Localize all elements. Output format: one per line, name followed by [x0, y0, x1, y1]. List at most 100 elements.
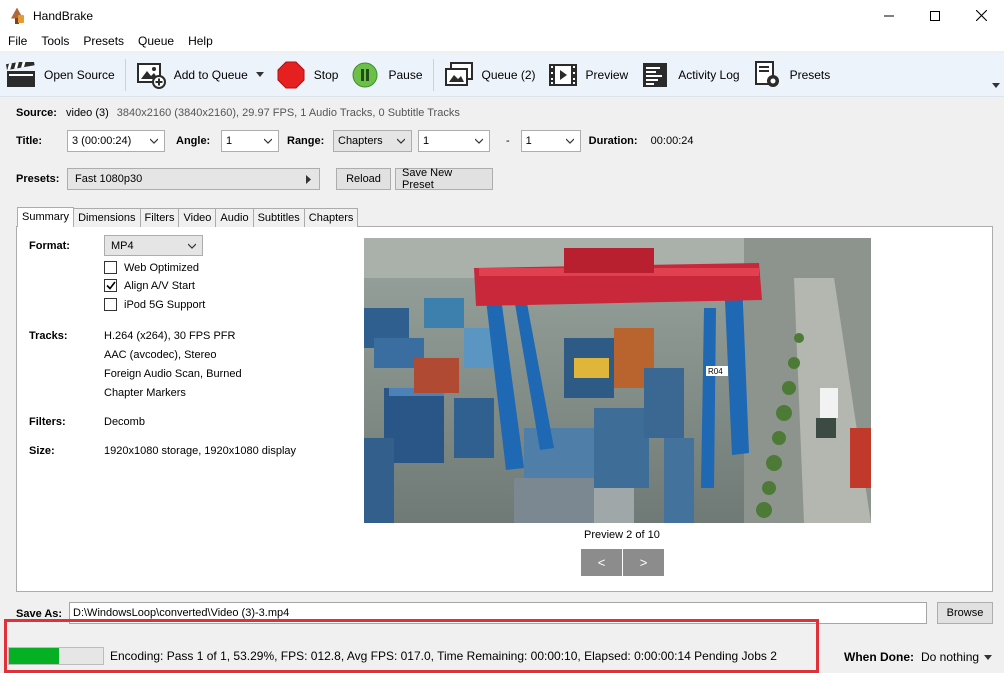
range-start-select[interactable]: 1 [418, 130, 490, 152]
activity-log-button[interactable]: Activity Log [634, 55, 745, 95]
save-new-preset-button[interactable]: Save New Preset [395, 167, 493, 191]
duration-label: Duration: [588, 135, 638, 147]
preview-label: Preview [585, 67, 629, 82]
tab-video[interactable]: Video [178, 208, 217, 227]
film-play-icon [548, 61, 578, 89]
preset-select[interactable]: Fast 1080p30 [67, 168, 320, 190]
when-done-label: When Done: [844, 650, 914, 664]
format-select[interactable]: MP4 [104, 235, 203, 256]
stop-button[interactable]: Stop [270, 55, 345, 95]
queue-label: Queue (2) [481, 67, 536, 82]
filters-label: Filters: [29, 416, 66, 428]
window-title: HandBrake [33, 8, 94, 23]
tab-filters[interactable]: Filters [139, 208, 180, 227]
clapperboard-icon [6, 61, 36, 89]
open-source-button[interactable]: Open Source [0, 55, 121, 95]
tab-bar: Summary Dimensions Filters Video Audio S… [17, 207, 359, 227]
menu-bar: File Tools Presets Queue Help [0, 31, 1004, 51]
presets-button[interactable]: Presets [746, 55, 837, 95]
add-to-queue-button[interactable]: Add to Queue [130, 55, 270, 95]
range-type-value: Chapters [338, 135, 383, 147]
title-label: Title: [16, 135, 43, 147]
menu-tools[interactable]: Tools [34, 31, 76, 51]
source-name: video (3) [66, 107, 109, 119]
format-select-value: MP4 [111, 239, 134, 252]
activity-log-label: Activity Log [678, 67, 740, 82]
track-item: AAC (avcodec), Stereo [104, 349, 217, 361]
tab-audio[interactable]: Audio [215, 208, 254, 227]
minimize-icon [884, 15, 894, 16]
activity-log-icon [640, 61, 670, 89]
preview-caption: Preview 2 of 10 [584, 529, 660, 541]
pause-button[interactable]: Pause [344, 55, 428, 95]
chevron-down-icon [475, 138, 483, 144]
preview-image: R04 [364, 238, 871, 523]
range-start-value: 1 [423, 135, 430, 147]
chevron-down-icon [150, 138, 158, 144]
checkbox-box [104, 298, 117, 311]
align-av-start-label: Align A/V Start [124, 279, 195, 292]
tab-dimensions[interactable]: Dimensions [73, 208, 141, 227]
chevron-down-icon [188, 243, 196, 249]
dropdown-arrow-icon[interactable] [255, 72, 264, 77]
close-button[interactable] [958, 0, 1004, 31]
ipod-5g-support-checkbox[interactable]: iPod 5G Support [104, 298, 205, 311]
stop-icon [276, 61, 306, 89]
browse-button[interactable]: Browse [937, 602, 993, 624]
web-optimized-label: Web Optimized [124, 261, 199, 274]
when-done-value: Do nothing [921, 650, 980, 664]
title-bar: HandBrake [0, 0, 1004, 31]
when-done-select[interactable]: Do nothing [921, 650, 993, 664]
chevron-down-icon [397, 138, 405, 144]
menu-help[interactable]: Help [181, 31, 220, 51]
range-type-select[interactable]: Chapters [333, 130, 412, 152]
title-select-value: 3 (00:00:24) [72, 135, 132, 147]
track-item: H.264 (x264), 30 FPS PFR [104, 330, 236, 342]
web-optimized-checkbox[interactable]: Web Optimized [104, 261, 199, 274]
menu-queue[interactable]: Queue [131, 31, 181, 51]
source-label: Source: [16, 107, 57, 119]
tracks-label: Tracks: [29, 330, 68, 342]
track-item: Foreign Audio Scan, Burned [104, 368, 242, 380]
filters-value: Decomb [104, 416, 145, 428]
maximize-icon [930, 10, 940, 21]
angle-select[interactable]: 1 [221, 130, 279, 152]
preview-prev-button[interactable]: < [581, 549, 622, 576]
stop-label: Stop [313, 67, 339, 82]
queue-button[interactable]: Queue (2) [438, 55, 542, 95]
maximize-button[interactable] [912, 0, 958, 31]
preset-select-value: Fast 1080p30 [75, 173, 143, 185]
tab-summary[interactable]: Summary [17, 207, 75, 227]
title-select[interactable]: 3 (00:00:24) [67, 130, 165, 152]
source-row: Source: video (3) 3840x2160 (3840x2160),… [16, 107, 460, 119]
range-end-value: 1 [525, 135, 532, 147]
track-item: Chapter Markers [104, 387, 186, 399]
annotation-highlight-box [4, 619, 819, 673]
size-label: Size: [29, 445, 55, 457]
handbrake-app-icon [9, 7, 25, 24]
menu-presets[interactable]: Presets [76, 31, 131, 51]
range-dash: - [506, 135, 510, 147]
chevron-right-icon [306, 175, 311, 184]
close-icon [975, 10, 987, 21]
align-av-start-checkbox[interactable]: Align A/V Start [104, 279, 195, 292]
queue-images-icon [444, 61, 474, 89]
toolbar-separator [124, 58, 126, 91]
menu-file[interactable]: File [0, 31, 34, 51]
presets-gear-icon [752, 60, 782, 89]
tab-subtitles[interactable]: Subtitles [252, 208, 305, 227]
add-image-icon [136, 61, 166, 89]
preview-next-button[interactable]: > [623, 549, 664, 576]
tab-chapters[interactable]: Chapters [303, 208, 359, 227]
open-source-label: Open Source [44, 67, 115, 82]
preview-button[interactable]: Preview [542, 55, 635, 95]
range-end-select[interactable]: 1 [520, 130, 581, 152]
reload-button[interactable]: Reload [336, 168, 391, 190]
range-label: Range: [287, 135, 325, 147]
minimize-button[interactable] [866, 0, 912, 31]
toolbar-overflow-icon[interactable] [992, 83, 1000, 89]
pause-label: Pause [388, 67, 423, 82]
checkmark-icon [104, 279, 117, 292]
ipod-5g-support-label: iPod 5G Support [124, 298, 206, 311]
title-row: Title: 3 (00:00:24) Angle: 1 Range: Chap… [16, 130, 694, 152]
